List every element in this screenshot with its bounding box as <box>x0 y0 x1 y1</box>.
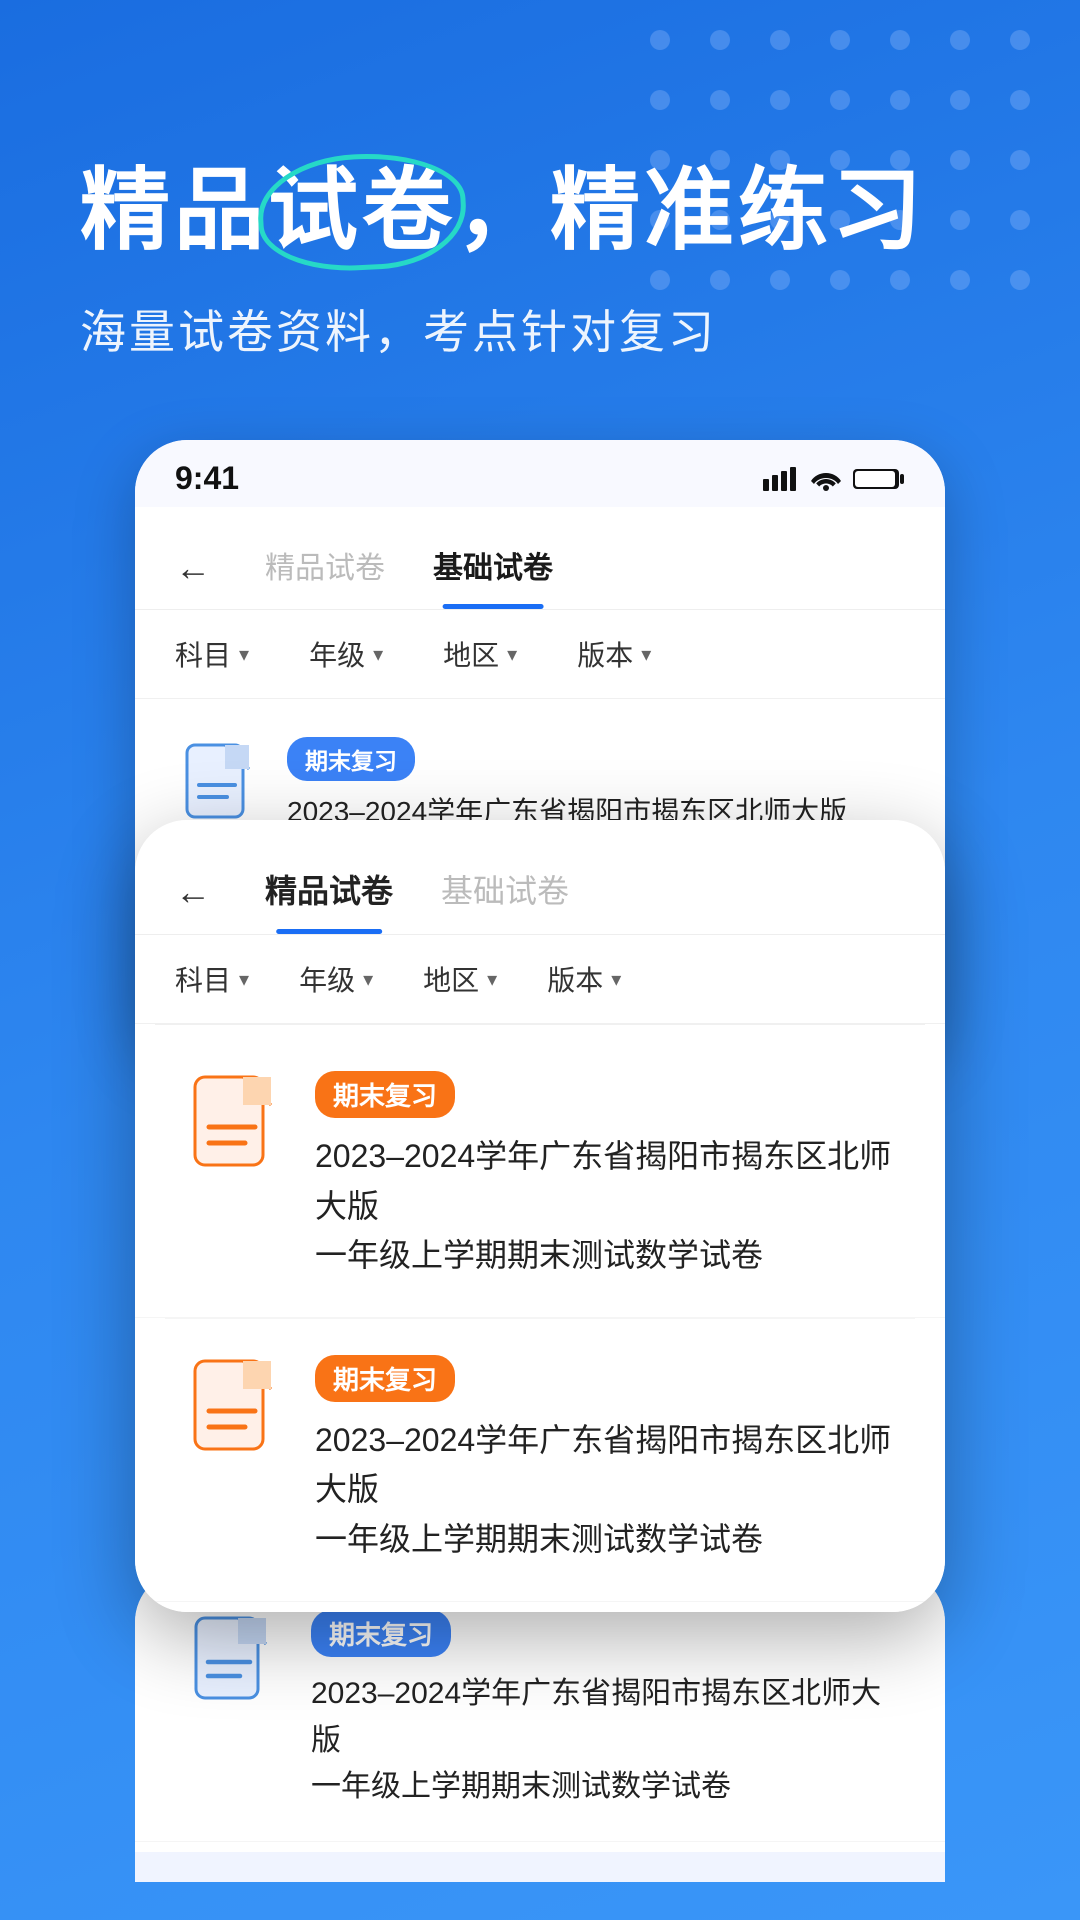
filter-row-fg: 科目▾ 年级▾ 地区▾ 版本▾ <box>135 935 945 1024</box>
list-item-fg-1[interactable]: 期末复习 2023–2024学年广东省揭阳市揭东区北师大版一年级上学期期末测试数… <box>135 1035 945 1318</box>
filter-edition-bg[interactable]: 版本▾ <box>577 634 651 674</box>
filter-subject-fg[interactable]: 科目▾ <box>175 959 249 999</box>
item-content-fg-2: 期末复习 2023–2024学年广东省揭阳市揭东区北师大版一年级上学期期末测试数… <box>315 1355 895 1565</box>
back-button-bg[interactable]: ← <box>175 547 211 589</box>
tab-basic-bg[interactable]: 基础试卷 <box>409 527 577 609</box>
back-button-fg[interactable]: ← <box>175 871 211 913</box>
filter-region-bg[interactable]: 地区▾ <box>443 634 517 674</box>
item-tag-fg-2: 期末复习 <box>315 1355 455 1402</box>
hero-subtitle: 海量试卷资料，考点针对复习 <box>80 296 1000 362</box>
tab-premium-fg[interactable]: 精品试卷 <box>241 850 417 934</box>
filter-subject-bg[interactable]: 科目▾ <box>175 634 249 674</box>
filter-row-bg: 科目▾ 年级▾ 地区▾ 版本▾ <box>135 610 945 699</box>
tab-basic-fg[interactable]: 基础试卷 <box>417 850 593 934</box>
doc-icon-blue <box>175 737 263 825</box>
item-tag: 期末复习 <box>287 737 415 781</box>
hero-title: 精品试卷，精准练习 <box>80 160 1000 264</box>
status-time-bg: 9:41 <box>175 460 239 497</box>
filter-edition-fg[interactable]: 版本▾ <box>547 959 621 999</box>
nav-tabs-fg: ← 精品试卷 基础试卷 <box>135 820 945 935</box>
list-item-bottom[interactable]: 期末复习 2023–2024学年广东省揭阳市揭东区北师大版一年级上学期期末测试数… <box>135 1580 945 1842</box>
item-tag-fg-1: 期末复习 <box>315 1071 455 1118</box>
status-icons-bg <box>763 467 905 491</box>
item-title-bottom: 2023–2024学年广东省揭阳市揭东区北师大版一年级上学期期末测试数学试卷 <box>311 1671 895 1811</box>
item-title-fg-1: 2023–2024学年广东省揭阳市揭东区北师大版一年级上学期期末测试数学试卷 <box>315 1132 895 1281</box>
item-title-fg-2: 2023–2024学年广东省揭阳市揭东区北师大版一年级上学期期末测试数学试卷 <box>315 1416 895 1565</box>
item-tag-bottom: 期末复习 <box>311 1610 451 1657</box>
item-content-bottom: 期末复习 2023–2024学年广东省揭阳市揭东区北师大版一年级上学期期末测试数… <box>311 1610 895 1811</box>
status-bar-bg: 9:41 <box>135 440 945 507</box>
list-fg: 期末复习 2023–2024学年广东省揭阳市揭东区北师大版一年级上学期期末测试数… <box>135 1025 945 1612</box>
nav-tabs-bg: ← 精品试卷 基础试卷 <box>135 507 945 610</box>
doc-icon-orange-1 <box>185 1071 285 1171</box>
filter-grade-bg[interactable]: 年级▾ <box>309 634 383 674</box>
list-bottom: 期末复习 2023–2024学年广东省揭阳市揭东区北师大版一年级上学期期末测试数… <box>135 1570 945 1852</box>
filter-grade-fg[interactable]: 年级▾ <box>299 959 373 999</box>
item-content-fg-1: 期末复习 2023–2024学年广东省揭阳市揭东区北师大版一年级上学期期末测试数… <box>315 1071 895 1281</box>
doc-icon-orange-2 <box>185 1355 285 1455</box>
tab-premium-bg[interactable]: 精品试卷 <box>241 527 409 609</box>
doc-icon-blue-bottom <box>185 1610 281 1706</box>
filter-region-fg[interactable]: 地区▾ <box>423 959 497 999</box>
list-item-fg-2[interactable]: 期末复习 2023–2024学年广东省揭阳市揭东区北师大版一年级上学期期末测试数… <box>135 1319 945 1602</box>
